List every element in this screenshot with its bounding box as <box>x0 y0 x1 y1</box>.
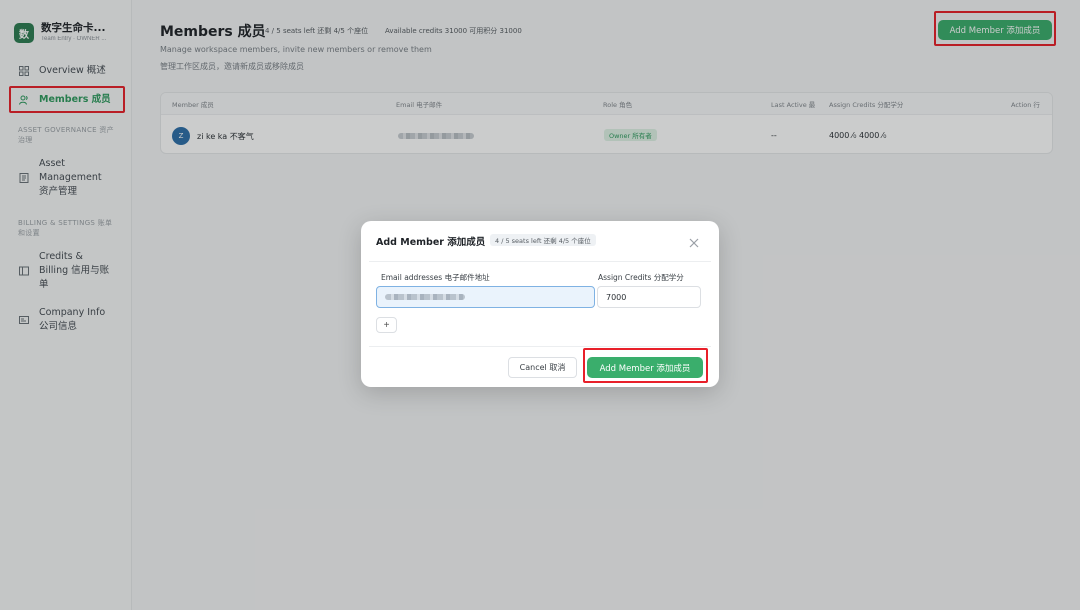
credits-field[interactable]: 7000 <box>597 286 701 308</box>
dialog-divider <box>369 261 711 262</box>
email-label: Email addresses 电子邮件地址 <box>381 273 490 282</box>
dialog-footer-divider <box>369 346 711 347</box>
dialog-seats-badge: 4 / 5 seats left 还剩 4/5 个座位 <box>490 234 596 246</box>
dialog-title: Add Member 添加成员 <box>376 237 486 248</box>
submit-add-member-button[interactable]: Add Member 添加成员 <box>587 357 703 378</box>
email-value-redacted <box>385 294 465 300</box>
email-field[interactable] <box>376 286 595 308</box>
add-member-dialog: Add Member 添加成员 4 / 5 seats left 还剩 4/5 … <box>361 221 719 387</box>
add-email-row-button[interactable]: + <box>376 317 397 333</box>
close-icon[interactable] <box>688 237 700 249</box>
credits-label: Assign Credits 分配学分 <box>598 273 684 282</box>
cancel-button[interactable]: Cancel 取消 <box>508 357 577 378</box>
